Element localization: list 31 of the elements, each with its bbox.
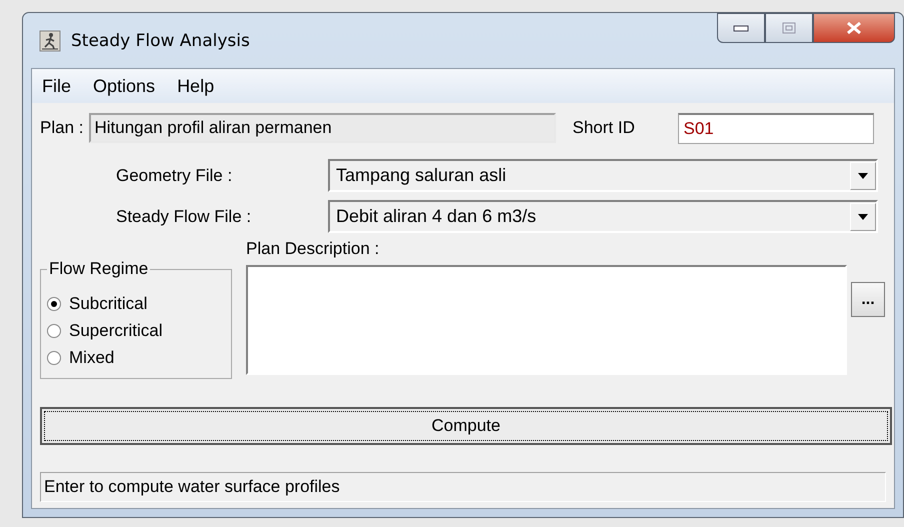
- field-label: Geometry File :: [115, 166, 234, 186]
- group-title: Flow Regime: [47, 259, 150, 279]
- menu-item[interactable]: Help: [175, 74, 216, 98]
- minimize-icon: [733, 24, 749, 32]
- runner-icon: [39, 30, 61, 52]
- radio-label[interactable]: Mixed: [69, 348, 114, 368]
- window-title: Steady Flow Analysis: [71, 30, 250, 50]
- radio-label[interactable]: Supercritical: [69, 320, 163, 340]
- dropdown[interactable]: Debit aliran 4 dan 6 m3/s: [328, 200, 878, 233]
- plan-label: Plan :: [40, 118, 84, 138]
- close-icon: [846, 21, 862, 35]
- dropdown[interactable]: Tampang saluran asli: [328, 159, 878, 192]
- field-label: Steady Flow File :: [115, 206, 252, 226]
- close-button[interactable]: [813, 13, 895, 43]
- description-field[interactable]: [246, 265, 847, 375]
- menu-item[interactable]: File: [40, 74, 74, 98]
- menu-item[interactable]: Options: [91, 74, 158, 98]
- status-bar: Enter to compute water surface profiles: [40, 472, 886, 502]
- radio-button[interactable]: [47, 296, 61, 310]
- compute-button[interactable]: Compute: [40, 407, 892, 445]
- radio-label[interactable]: Subcritical: [69, 294, 148, 314]
- short-id-label: Short ID: [572, 118, 636, 138]
- short-id-field[interactable]: S01: [678, 112, 874, 144]
- plan-description-label: Plan Description :: [246, 239, 380, 259]
- plan-name-field[interactable]: Hitungan profil aliran permanen: [89, 113, 556, 143]
- radio-button[interactable]: [47, 324, 61, 338]
- maximize-icon: [782, 22, 796, 34]
- minimize-button[interactable]: [717, 13, 765, 43]
- maximize-button[interactable]: [765, 13, 813, 43]
- radio-button[interactable]: [47, 350, 61, 364]
- browse-button[interactable]: ...: [851, 282, 885, 317]
